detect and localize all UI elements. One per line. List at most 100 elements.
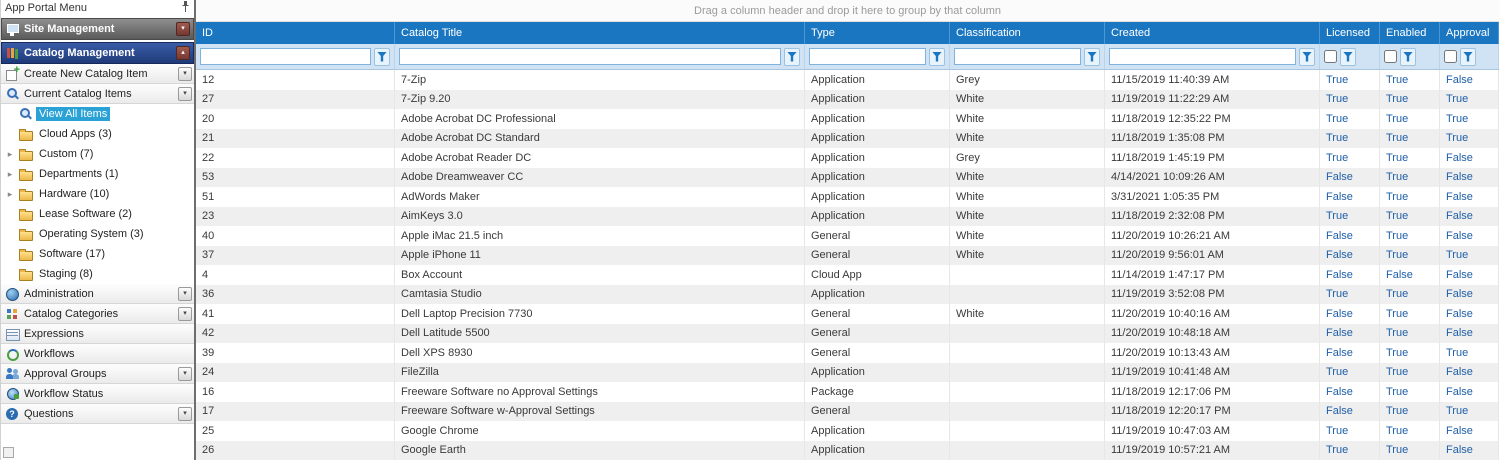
table-row[interactable]: 22Adobe Acrobat Reader DCApplicationGrey… xyxy=(196,148,1499,168)
table-row[interactable]: 26Google EarthApplication11/19/2019 10:5… xyxy=(196,441,1499,460)
sidebar-item-current-catalog-items[interactable]: Current Catalog Items▾ xyxy=(1,84,194,104)
sidebar-section-site-management[interactable]: Site Management ▾ xyxy=(1,18,194,40)
cell-created: 3/31/2021 1:05:35 PM xyxy=(1105,187,1320,207)
filter-funnel-button[interactable] xyxy=(1400,48,1416,66)
table-row[interactable]: 42Dell Latitude 5500General11/20/2019 10… xyxy=(196,324,1499,344)
table-row[interactable]: 17Freeware Software w-Approval SettingsG… xyxy=(196,402,1499,422)
filter-funnel-button[interactable] xyxy=(1340,48,1356,66)
expand-arrow-icon[interactable]: ▸ xyxy=(5,149,15,160)
cell-classification xyxy=(950,363,1105,383)
filter-funnel-button[interactable] xyxy=(1299,48,1315,66)
column-header-type[interactable]: Type xyxy=(805,22,950,44)
table-row[interactable]: 37Apple iPhone 11GeneralWhite11/20/2019 … xyxy=(196,246,1499,266)
table-row[interactable]: 21Adobe Acrobat DC StandardApplicationWh… xyxy=(196,129,1499,149)
table-row[interactable]: 4Box AccountCloud App11/14/2019 1:47:17 … xyxy=(196,265,1499,285)
cell-catalog-title: Box Account xyxy=(395,265,805,285)
filter-input-created[interactable] xyxy=(1109,48,1296,65)
filter-input-catalog-title[interactable] xyxy=(399,48,781,65)
filter-funnel-button[interactable] xyxy=(929,48,945,66)
table-row[interactable]: 51AdWords MakerApplicationWhite3/31/2021… xyxy=(196,187,1499,207)
column-header-approval[interactable]: Approval xyxy=(1440,22,1499,44)
sidebar-item-create-new-catalog-item[interactable]: Create New Catalog Item▾ xyxy=(1,64,194,84)
tree-item-cloud-apps-3[interactable]: Cloud Apps (3) xyxy=(1,124,194,144)
tree-item-custom-7[interactable]: ▸Custom (7) xyxy=(1,144,194,164)
group-by-hint[interactable]: Drag a column header and drop it here to… xyxy=(196,0,1499,22)
column-header-enabled[interactable]: Enabled xyxy=(1380,22,1440,44)
table-row[interactable]: 41Dell Laptop Precision 7730GeneralWhite… xyxy=(196,304,1499,324)
dropdown-arrow-icon[interactable]: ▾ xyxy=(178,87,192,101)
catalog-items-tree: View All ItemsCloud Apps (3)▸Custom (7)▸… xyxy=(1,104,194,284)
cell-catalog-title: Google Earth xyxy=(395,441,805,460)
grid-filter-row xyxy=(196,44,1499,70)
filter-input-classification[interactable] xyxy=(954,48,1081,65)
column-header-classification[interactable]: Classification xyxy=(950,22,1105,44)
filter-checkbox-enabled[interactable] xyxy=(1384,50,1397,63)
table-row[interactable]: 277-Zip 9.20ApplicationWhite11/19/2019 1… xyxy=(196,90,1499,110)
table-row[interactable]: 25Google ChromeApplication11/19/2019 10:… xyxy=(196,421,1499,441)
cell-type: General xyxy=(805,304,950,324)
tree-item-software-17[interactable]: Software (17) xyxy=(1,244,194,264)
dropdown-arrow-icon[interactable]: ▾ xyxy=(178,67,192,81)
expand-arrow-icon[interactable]: ▸ xyxy=(5,169,15,180)
tree-item-departments-1[interactable]: ▸Departments (1) xyxy=(1,164,194,184)
sidebar-item-workflow-status[interactable]: Workflow Status xyxy=(1,384,194,404)
tree-item-view-all-items[interactable]: View All Items xyxy=(1,104,194,124)
tree-item-label: Cloud Apps (3) xyxy=(36,127,115,141)
scrollbar-stub[interactable] xyxy=(3,447,14,458)
sidebar-item-approval-groups[interactable]: Approval Groups▾ xyxy=(1,364,194,384)
column-header-id[interactable]: ID xyxy=(196,22,395,44)
table-row[interactable]: 127-ZipApplicationGrey11/15/2019 11:40:3… xyxy=(196,70,1499,90)
table-row[interactable]: 20Adobe Acrobat DC ProfessionalApplicati… xyxy=(196,109,1499,129)
tree-item-label: View All Items xyxy=(36,107,110,121)
tree-item-hardware-10[interactable]: ▸Hardware (10) xyxy=(1,184,194,204)
dropdown-arrow-icon[interactable]: ▾ xyxy=(178,287,192,301)
cell-type: Application xyxy=(805,168,950,188)
filter-funnel-button[interactable] xyxy=(374,48,390,66)
column-header-catalog-title[interactable]: Catalog Title xyxy=(395,22,805,44)
cell-approval: False xyxy=(1440,382,1499,402)
filter-input-type[interactable] xyxy=(809,48,926,65)
cell-enabled: True xyxy=(1380,148,1440,168)
filter-checkbox-approval[interactable] xyxy=(1444,50,1457,63)
cell-classification: White xyxy=(950,109,1105,129)
pin-icon[interactable] xyxy=(181,1,190,16)
table-row[interactable]: 53Adobe Dreamweaver CCApplicationWhite4/… xyxy=(196,168,1499,188)
filter-funnel-button[interactable] xyxy=(784,48,800,66)
sidebar-item-catalog-categories[interactable]: Catalog Categories▾ xyxy=(1,304,194,324)
table-row[interactable]: 24FileZillaApplication11/19/2019 10:41:4… xyxy=(196,363,1499,383)
dropdown-arrow-icon[interactable]: ▾ xyxy=(178,367,192,381)
filter-input-id[interactable] xyxy=(200,48,371,65)
cell-approval: False xyxy=(1440,168,1499,188)
table-row[interactable]: 40Apple iMac 21.5 inchGeneralWhite11/20/… xyxy=(196,226,1499,246)
people-icon xyxy=(5,367,20,381)
sidebar-item-workflows[interactable]: Workflows xyxy=(1,344,194,364)
section-collapse-icon[interactable]: ▴ xyxy=(176,46,190,60)
table-row[interactable]: 36Camtasia StudioApplication11/19/2019 3… xyxy=(196,285,1499,305)
sidebar-section-catalog-management[interactable]: Catalog Management ▴ xyxy=(1,42,194,64)
sidebar-item-questions[interactable]: Questions▾ xyxy=(1,404,194,424)
column-header-created[interactable]: Created xyxy=(1105,22,1320,44)
sidebar-item-expressions[interactable]: Expressions xyxy=(1,324,194,344)
cell-id: 17 xyxy=(196,402,395,422)
cell-type: Application xyxy=(805,421,950,441)
cell-id: 23 xyxy=(196,207,395,227)
cell-catalog-title: Adobe Acrobat DC Standard xyxy=(395,129,805,149)
table-row[interactable]: 39Dell XPS 8930General11/20/2019 10:13:4… xyxy=(196,343,1499,363)
filter-funnel-button[interactable] xyxy=(1084,48,1100,66)
tree-item-operating-system-3[interactable]: Operating System (3) xyxy=(1,224,194,244)
filter-checkbox-licensed[interactable] xyxy=(1324,50,1337,63)
filter-funnel-button[interactable] xyxy=(1460,48,1476,66)
section-expand-icon[interactable]: ▾ xyxy=(176,22,190,36)
column-header-licensed[interactable]: Licensed xyxy=(1320,22,1380,44)
table-row[interactable]: 23AimKeys 3.0ApplicationWhite11/18/2019 … xyxy=(196,207,1499,227)
cell-id: 22 xyxy=(196,148,395,168)
dropdown-arrow-icon[interactable]: ▾ xyxy=(178,307,192,321)
dropdown-arrow-icon[interactable]: ▾ xyxy=(178,407,192,421)
expand-arrow-icon[interactable]: ▸ xyxy=(5,189,15,200)
cell-enabled: True xyxy=(1380,168,1440,188)
sidebar-item-administration[interactable]: Administration▾ xyxy=(1,284,194,304)
tree-item-lease-software-2[interactable]: Lease Software (2) xyxy=(1,204,194,224)
tree-item-staging-8[interactable]: Staging (8) xyxy=(1,264,194,284)
cell-licensed: False xyxy=(1320,168,1380,188)
table-row[interactable]: 16Freeware Software no Approval Settings… xyxy=(196,382,1499,402)
